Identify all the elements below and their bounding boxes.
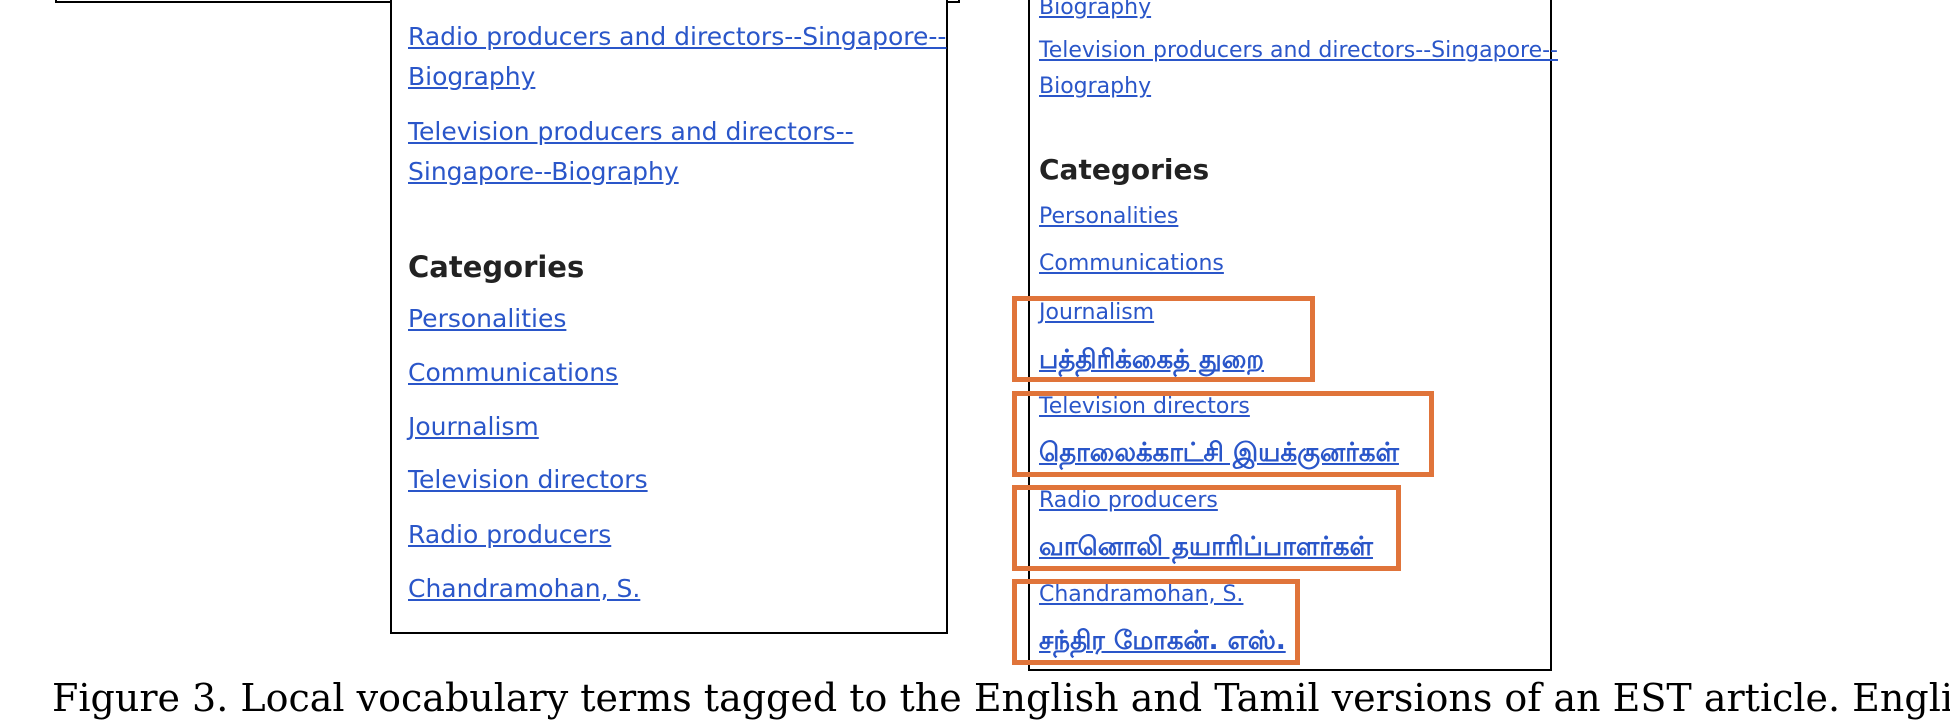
category-link-communications[interactable]: Communications	[408, 358, 618, 387]
category-link-radio-producers[interactable]: Radio producers	[408, 520, 611, 549]
category-link-personalities[interactable]: Personalities	[1039, 204, 1178, 229]
subject-link[interactable]: Biography	[1039, 74, 1151, 99]
category-link-television-directors[interactable]: Television directors	[408, 465, 648, 494]
english-article-panel: Radio producers and directors--Singapore…	[390, 0, 948, 634]
category-link-journalism[interactable]: Journalism	[408, 412, 539, 441]
subject-link[interactable]: Television producers and directors--	[408, 117, 854, 146]
category-link-chandramohan[interactable]: Chandramohan, S.	[408, 574, 640, 603]
subject-link[interactable]: Biography	[408, 62, 535, 91]
subject-link[interactable]: Singapore--Biography	[408, 157, 679, 186]
category-link-personalities[interactable]: Personalities	[408, 304, 566, 333]
subject-link[interactable]: Radio producers and directors--Singapore…	[408, 22, 946, 51]
subject-link[interactable]: Television producers and directors--Sing…	[1039, 38, 1558, 63]
highlight-box-radio-producers	[1012, 485, 1401, 571]
categories-heading: Categories	[408, 250, 585, 284]
figure-caption: Figure 3. Local vocabulary terms tagged …	[52, 676, 1950, 720]
subject-link[interactable]: Biography	[1039, 0, 1151, 20]
categories-heading: Categories	[1039, 153, 1210, 186]
highlight-box-journalism	[1012, 296, 1315, 382]
highlight-box-chandramohan	[1012, 579, 1300, 665]
highlight-box-television-directors	[1012, 391, 1434, 477]
category-link-communications[interactable]: Communications	[1039, 251, 1224, 276]
